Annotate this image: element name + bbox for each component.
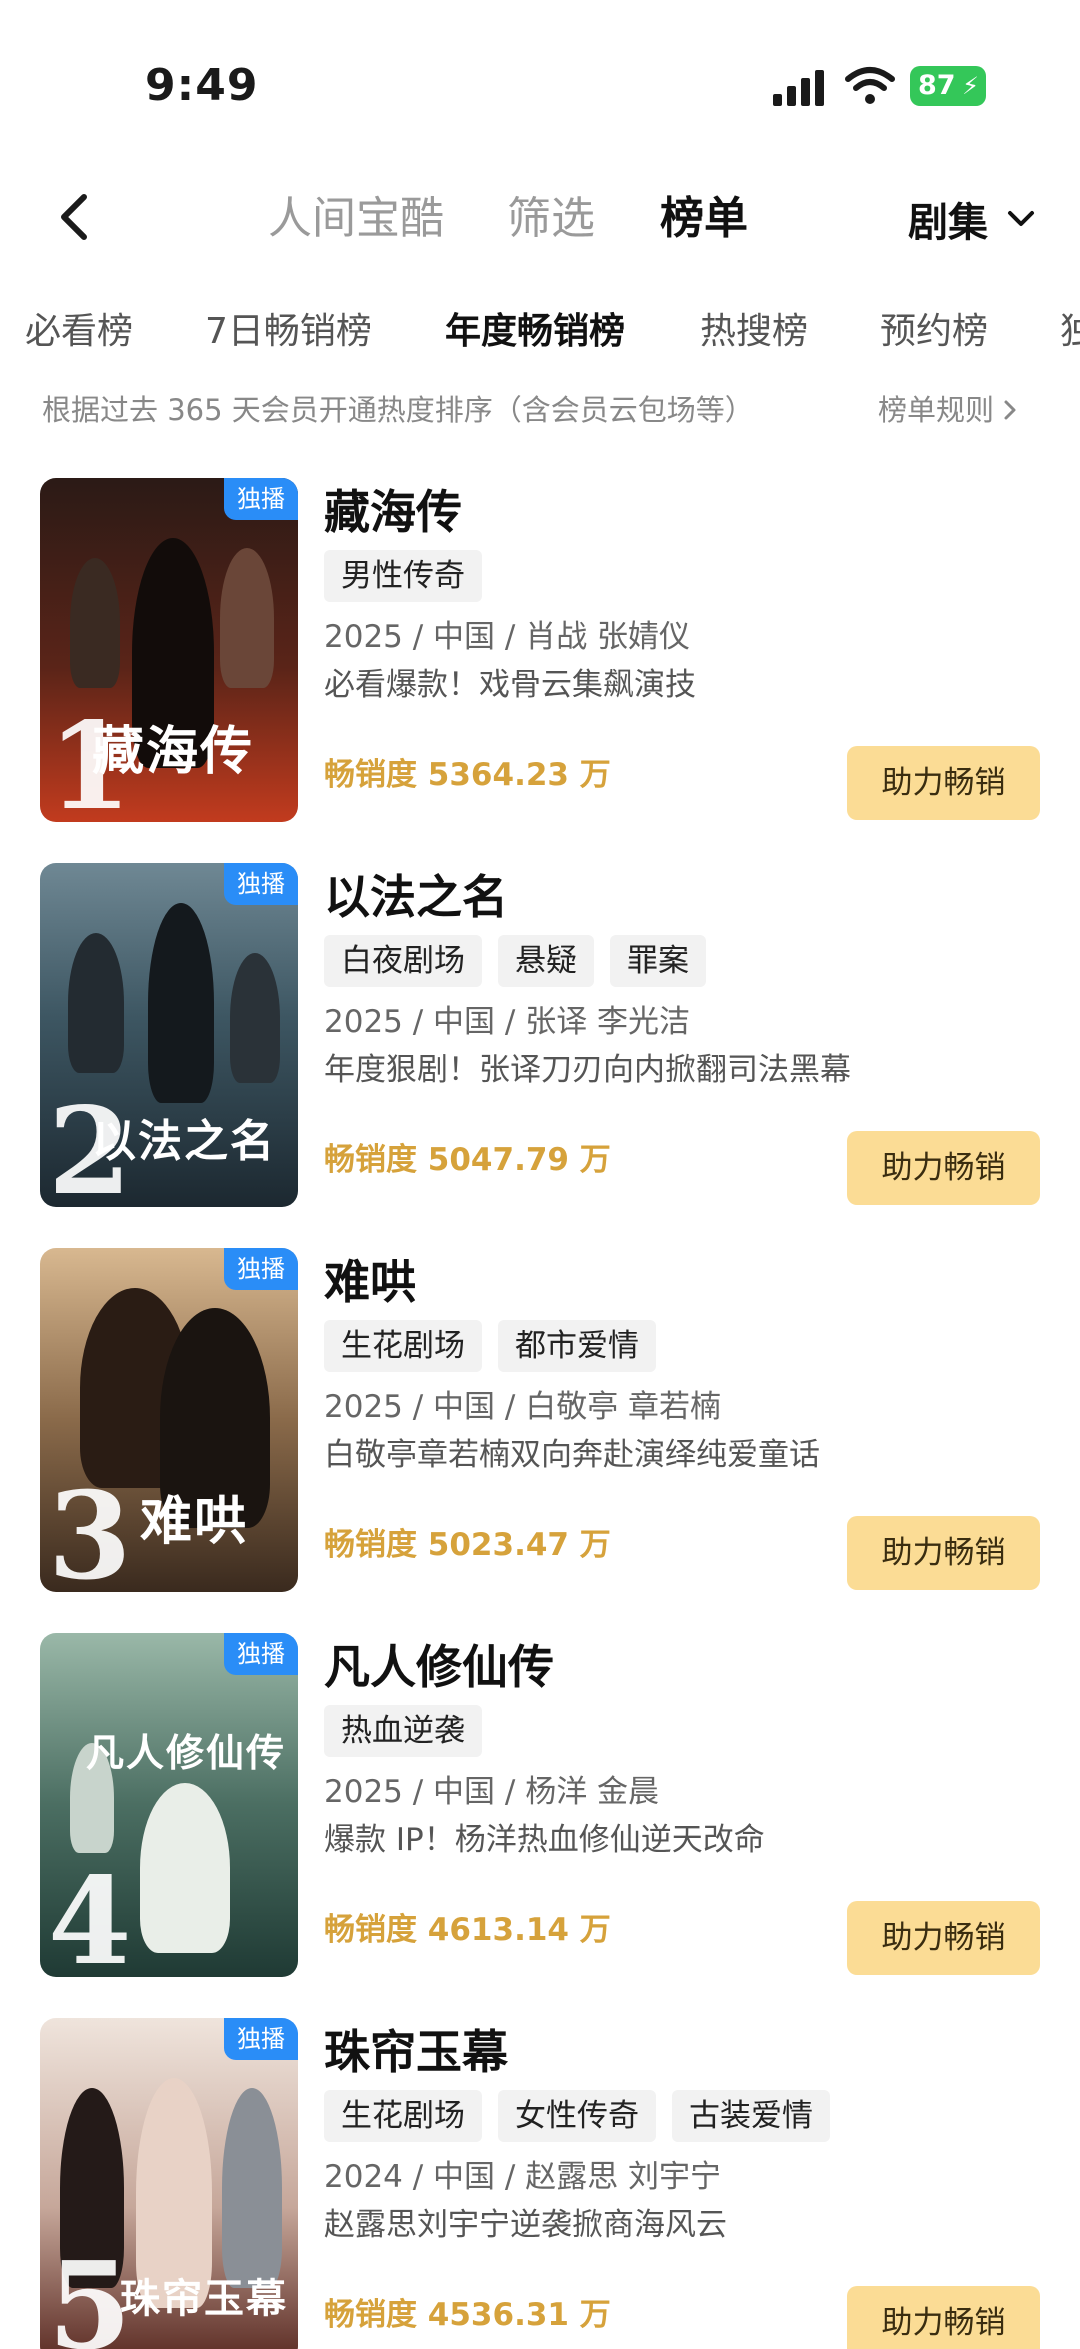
- tab-ranking[interactable]: 榜单: [660, 189, 748, 249]
- ranking-page: 9:49 87 ⚡ 人间宝酷 筛选 榜单 剧集 必看榜 7日畅销榜 年度畅销榜 …: [0, 0, 1080, 2349]
- poster-image[interactable]: 独播 珠帘玉幕 5: [40, 2018, 298, 2349]
- rank-number: 4: [48, 1851, 132, 1978]
- tag[interactable]: 女性传奇: [498, 2090, 656, 2142]
- battery-indicator: 87 ⚡: [910, 66, 986, 106]
- list-item[interactable]: 独播 凡人修仙传 4 凡人修仙传 热血逆袭 2025 / 中国 / 杨洋 金晨 …: [0, 1633, 1080, 1977]
- top-navigation: 人间宝酷 筛选 榜单 剧集: [0, 165, 1080, 275]
- status-bar: 9:49 87 ⚡: [0, 0, 1080, 150]
- subtab-annual-bestseller[interactable]: 年度畅销榜: [445, 304, 625, 360]
- tag[interactable]: 悬疑: [498, 935, 594, 987]
- tag-list: 热血逆袭: [324, 1705, 498, 1757]
- charging-bolt-icon: ⚡: [962, 72, 979, 100]
- list-item[interactable]: 独播 以法之名 2 以法之名 白夜剧场 悬疑 罪案 2025 / 中国 / 张译…: [0, 863, 1080, 1207]
- tag[interactable]: 古装爱情: [672, 2090, 830, 2142]
- sales-score: 畅销度 4613.14 万: [324, 1912, 611, 1948]
- category-dropdown[interactable]: 剧集: [908, 189, 1038, 249]
- show-tagline: 必看爆款！戏骨云集飙演技: [324, 667, 696, 703]
- tag[interactable]: 都市爱情: [498, 1320, 656, 1372]
- wifi-icon: [845, 67, 895, 104]
- rank-number: 5: [48, 2236, 132, 2349]
- poster-image[interactable]: 独播 难哄 3: [40, 1248, 298, 1592]
- tab-filter[interactable]: 筛选: [507, 189, 595, 249]
- status-time: 9:49: [145, 60, 259, 111]
- tab-renjian-baoku[interactable]: 人间宝酷: [268, 189, 444, 249]
- tag[interactable]: 热血逆袭: [324, 1705, 482, 1757]
- show-meta: 2025 / 中国 / 白敬亭 章若楠: [324, 1389, 722, 1425]
- rank-number: 1: [48, 696, 132, 823]
- tag[interactable]: 白夜剧场: [324, 935, 482, 987]
- sales-score: 畅销度 5023.47 万: [324, 1527, 611, 1563]
- poster-logo: 珠帘玉幕: [120, 2275, 288, 2322]
- subtab-hot-search[interactable]: 热搜榜: [700, 304, 808, 360]
- poster-image[interactable]: 独播 凡人修仙传 4: [40, 1633, 298, 1977]
- poster-image[interactable]: 独播 藏海传 1: [40, 478, 298, 822]
- tag-list: 生花剧场 都市爱情: [324, 1320, 672, 1372]
- show-title[interactable]: 珠帘玉幕: [324, 2020, 508, 2084]
- boost-sales-button[interactable]: 助力畅销: [847, 1901, 1040, 1975]
- show-tagline: 年度狠剧！张译刀刃向内掀翻司法黑幕: [324, 1052, 851, 1088]
- exclusive-badge: 独播: [224, 2018, 298, 2060]
- cellular-signal-icon: [773, 70, 825, 106]
- boost-sales-button[interactable]: 助力畅销: [847, 746, 1040, 820]
- poster-logo: 难哄: [140, 1491, 249, 1552]
- show-title[interactable]: 以法之名: [324, 865, 508, 929]
- sales-score: 畅销度 4536.31 万: [324, 2297, 611, 2333]
- exclusive-badge: 独播: [224, 1633, 298, 1675]
- sales-score: 畅销度 5047.79 万: [324, 1142, 611, 1178]
- poster-logo: 凡人修仙传: [86, 1730, 287, 1775]
- show-meta: 2025 / 中国 / 杨洋 金晨: [324, 1774, 660, 1810]
- show-title[interactable]: 凡人修仙传: [324, 1635, 554, 1699]
- show-meta: 2025 / 中国 / 张译 李光洁: [324, 1004, 691, 1040]
- show-meta: 2024 / 中国 / 赵露思 刘宇宁: [324, 2159, 722, 2195]
- tag[interactable]: 罪案: [610, 935, 706, 987]
- subtab-reservation[interactable]: 预约榜: [880, 304, 988, 360]
- list-item[interactable]: 独播 珠帘玉幕 5 珠帘玉幕 生花剧场 女性传奇 古装爱情 2024 / 中国 …: [0, 2018, 1080, 2349]
- sales-score: 畅销度 5364.23 万: [324, 757, 611, 793]
- show-tagline: 爆款 IP！杨洋热血修仙逆天改命: [324, 1822, 765, 1858]
- ranking-rules-link[interactable]: 榜单规则: [878, 388, 1018, 432]
- show-tagline: 白敬亭章若楠双向奔赴演绎纯爱童话: [324, 1437, 820, 1473]
- show-meta: 2025 / 中国 / 肖战 张婧仪: [324, 619, 691, 655]
- exclusive-badge: 独播: [224, 1248, 298, 1290]
- back-arrow-icon[interactable]: [50, 187, 100, 247]
- boost-sales-button[interactable]: 助力畅销: [847, 1516, 1040, 1590]
- subtab-7day-bestseller[interactable]: 7日畅销榜: [205, 304, 372, 360]
- ranking-description-row: 根据过去 365 天会员开通热度排序（含会员云包场等） 榜单规则: [0, 382, 1080, 438]
- poster-image[interactable]: 独播 以法之名 2: [40, 863, 298, 1207]
- tag-list: 生花剧场 女性传奇 古装爱情: [324, 2090, 846, 2142]
- rank-number: 2: [48, 1081, 132, 1208]
- ranking-description: 根据过去 365 天会员开通热度排序（含会员云包场等）: [42, 393, 754, 427]
- battery-level: 87: [918, 70, 956, 101]
- exclusive-badge: 独播: [224, 863, 298, 905]
- chevron-down-icon: [1008, 211, 1034, 226]
- list-item[interactable]: 独播 难哄 3 难哄 生花剧场 都市爱情 2025 / 中国 / 白敬亭 章若楠…: [0, 1248, 1080, 1592]
- category-label: 剧集: [908, 200, 988, 246]
- subtab-exclusive[interactable]: 独: [1060, 304, 1080, 360]
- tag[interactable]: 生花剧场: [324, 1320, 482, 1372]
- show-title[interactable]: 难哄: [324, 1250, 416, 1314]
- tag[interactable]: 生花剧场: [324, 2090, 482, 2142]
- rules-label: 榜单规则: [878, 393, 995, 427]
- list-item[interactable]: 独播 藏海传 1 藏海传 男性传奇 2025 / 中国 / 肖战 张婧仪 必看爆…: [0, 478, 1080, 822]
- show-title[interactable]: 藏海传: [324, 480, 462, 544]
- show-tagline: 赵露思刘宇宁逆袭掀商海风云: [324, 2207, 727, 2243]
- exclusive-badge: 独播: [224, 478, 298, 520]
- tag-list: 男性传奇: [324, 550, 498, 602]
- rank-number: 3: [48, 1466, 132, 1593]
- boost-sales-button[interactable]: 助力畅销: [847, 1131, 1040, 1205]
- chevron-right-icon: [1004, 400, 1016, 420]
- ranking-sub-tabs: 必看榜 7日畅销榜 年度畅销榜 热搜榜 预约榜 独: [0, 298, 1080, 368]
- tag-list: 白夜剧场 悬疑 罪案: [324, 935, 722, 987]
- tag[interactable]: 男性传奇: [324, 550, 482, 602]
- subtab-must-watch[interactable]: 必看榜: [25, 304, 133, 360]
- boost-sales-button[interactable]: 助力畅销: [847, 2286, 1040, 2349]
